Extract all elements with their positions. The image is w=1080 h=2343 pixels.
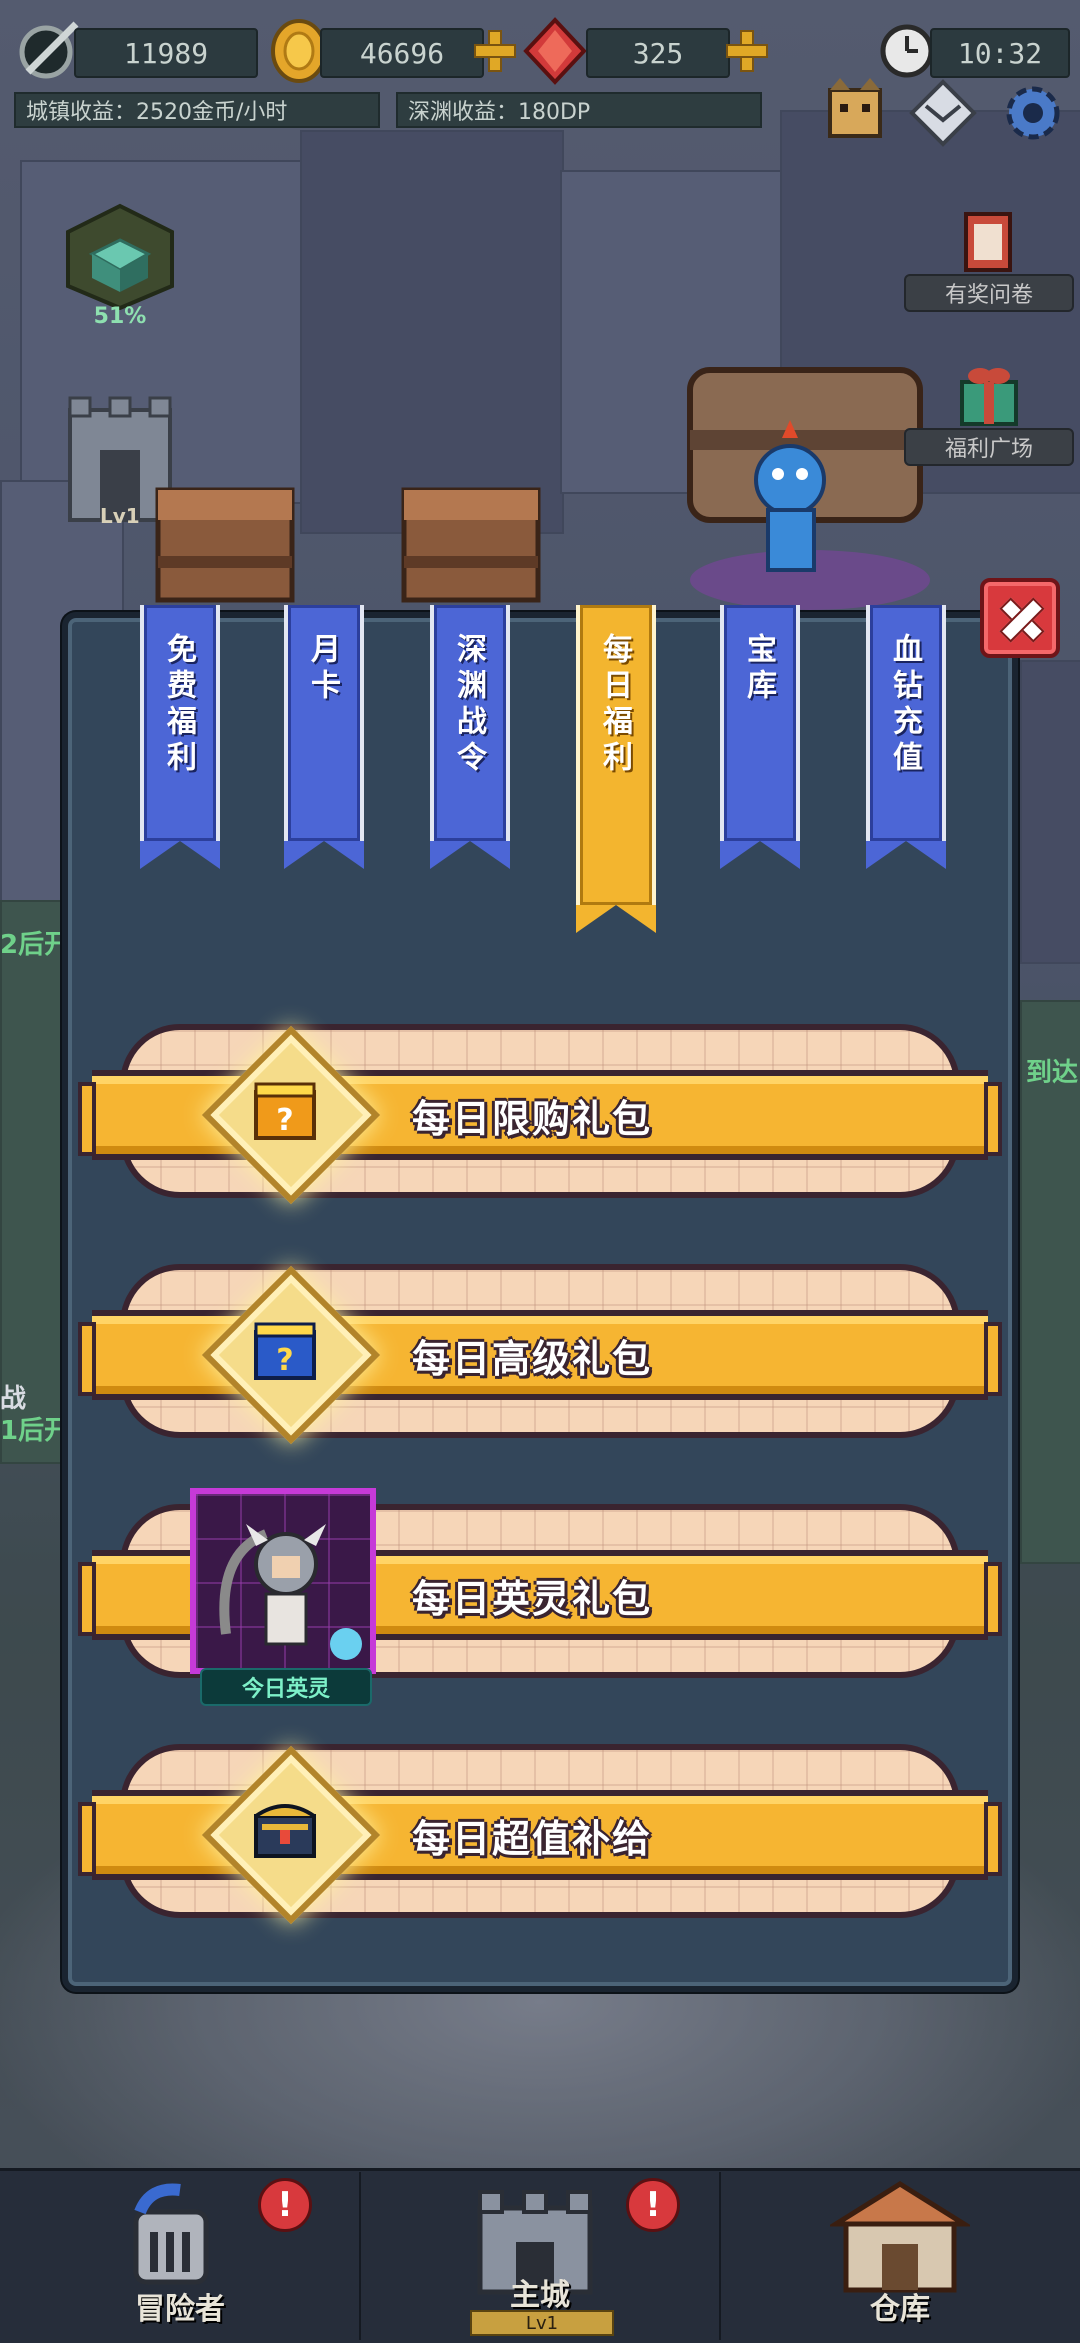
- welfare-widget[interactable]: 福利广场: [904, 360, 1074, 470]
- abyss-income: 深渊收益：180DP: [396, 92, 762, 128]
- close-button[interactable]: [980, 578, 1060, 658]
- daily-limited-pack-badge: ?: [201, 1025, 381, 1205]
- gems-display: 325: [586, 28, 730, 78]
- tab-label: 血钻充值: [887, 633, 922, 777]
- adventurer-alert-badge: !: [258, 2178, 312, 2232]
- treasure-chest-icon: [254, 1804, 316, 1858]
- tab-label: 月卡: [305, 633, 340, 705]
- clock-icon: [878, 22, 936, 80]
- add-gold-button[interactable]: [472, 28, 518, 74]
- add-gems-button[interactable]: [724, 28, 770, 74]
- nav-adventurer[interactable]: ! 冒险者: [0, 2168, 360, 2340]
- nav-label: 仓库: [870, 2292, 930, 2327]
- power-display: 11989: [74, 28, 258, 78]
- power-value: 11989: [123, 36, 209, 70]
- gear-icon: [1006, 86, 1060, 140]
- hero-portrait: [190, 1488, 376, 1674]
- tab-daily-welfare[interactable]: 每日福利: [576, 605, 656, 933]
- map-side-text-2: 到达: [1026, 1058, 1079, 1088]
- daily-premium-pack-badge: ?: [201, 1265, 381, 1445]
- tab-label: 免费福利: [161, 633, 196, 777]
- tab-monthly-card[interactable]: 月卡: [284, 605, 364, 869]
- town-income: 城镇收益：2520金币/小时: [14, 92, 380, 128]
- nav-label: 主城: [510, 2278, 570, 2313]
- item-label: 每日高级礼包: [412, 1336, 653, 1381]
- blue-mystery-gift-icon: ?: [254, 1322, 316, 1380]
- main-city-level: Lv1: [470, 2310, 614, 2336]
- tab-abyss-pass[interactable]: 深渊战令: [430, 605, 510, 869]
- blood-diamond-icon: [520, 16, 590, 86]
- svg-text:?: ?: [276, 1343, 293, 1378]
- gold-display: 46696: [320, 28, 484, 78]
- item-label: 每日限购礼包: [412, 1096, 653, 1141]
- mail-icon: [909, 79, 977, 147]
- today-hero-badge: 今日英灵: [200, 1668, 372, 1706]
- cube-icon: [66, 203, 174, 311]
- avatar-icon: [828, 78, 882, 138]
- settings-button[interactable]: [998, 78, 1068, 148]
- gold-value: 46696: [359, 36, 445, 70]
- tower-level: Lv1: [100, 504, 140, 528]
- avatar-button[interactable]: [820, 76, 890, 146]
- map-side-text-4: 1后开: [0, 1416, 71, 1446]
- map-side-text-1: 2后开: [0, 930, 71, 960]
- daily-limited-pack[interactable]: ? 每日限购礼包: [78, 1016, 1002, 1206]
- daily-value-supply-badge: [201, 1745, 381, 1925]
- daily-premium-pack[interactable]: ? 每日高级礼包: [78, 1256, 1002, 1446]
- mail-button[interactable]: [908, 78, 978, 148]
- tab-blood-diamond-recharge[interactable]: 血钻充值: [866, 605, 946, 869]
- reward-chest-middle: [396, 470, 546, 610]
- helmet-icon: [133, 2183, 209, 2285]
- progress-cube[interactable]: 51%: [60, 200, 180, 330]
- svg-text:?: ?: [276, 1103, 293, 1138]
- reward-chest-left: [150, 470, 300, 610]
- tab-treasury[interactable]: 宝库: [720, 605, 800, 869]
- gift-box-icon: [960, 368, 1018, 426]
- main-city-alert-badge: !: [626, 2178, 680, 2232]
- gems-value: 325: [632, 36, 684, 70]
- item-label: 每日英灵礼包: [412, 1576, 653, 1621]
- clock-display: 10:32: [930, 28, 1070, 78]
- tab-label: 宝库: [741, 633, 776, 705]
- daily-hero-spirit-pack[interactable]: 今日英灵 每日英灵礼包: [78, 1488, 1002, 1706]
- welfare-label: 福利广场: [904, 428, 1074, 466]
- survey-label: 有奖问卷: [904, 274, 1074, 312]
- nav-label: 冒险者: [135, 2292, 225, 2327]
- warehouse-icon: [830, 2181, 970, 2293]
- item-label: 每日超值补给: [412, 1816, 653, 1861]
- tab-label: 每日福利: [597, 633, 632, 777]
- clipboard-icon: [964, 212, 1012, 272]
- survey-widget[interactable]: 有奖问卷: [904, 206, 1074, 316]
- nav-warehouse[interactable]: 仓库: [720, 2168, 1080, 2340]
- daily-value-supply[interactable]: 每日超值补给: [78, 1736, 1002, 1926]
- clock-value: 10:32: [957, 36, 1043, 70]
- merchant-character: [680, 350, 940, 610]
- tab-label: 深渊战令: [451, 633, 486, 777]
- progress-percent: 51%: [93, 304, 147, 329]
- orange-mystery-gift-icon: ?: [254, 1082, 316, 1140]
- tab-free-welfare[interactable]: 免费福利: [140, 605, 220, 869]
